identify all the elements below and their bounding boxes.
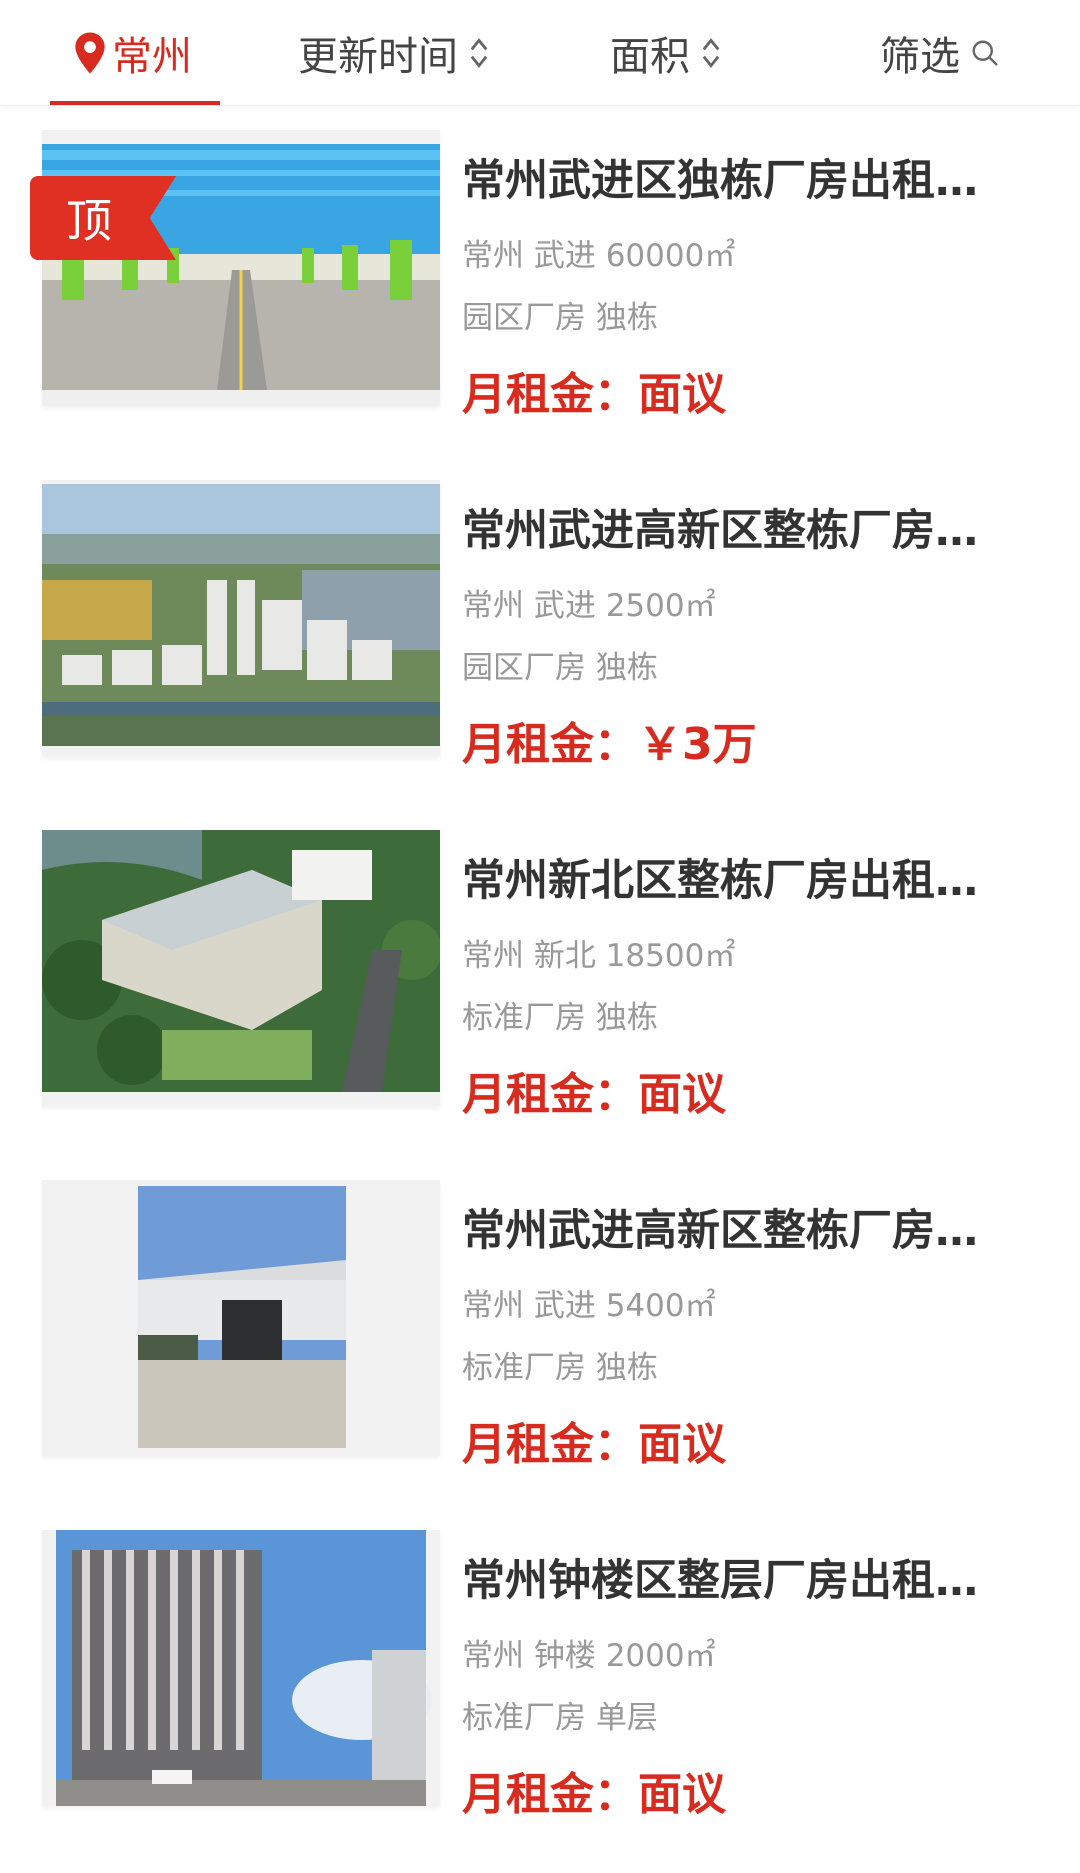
search-icon	[972, 40, 998, 66]
sort-arrows-icon	[470, 37, 488, 68]
listing-title[interactable]: 常州武进高新区整栋厂房…	[462, 496, 1022, 558]
listing-price: 月租金：面议	[462, 1069, 726, 1120]
listing-price: 月租金：面议	[462, 1419, 726, 1470]
listing-price: 月租金：面议	[462, 1769, 726, 1820]
listing-title[interactable]: 常州钟楼区整层厂房出租…	[462, 1546, 1022, 1608]
listing-photo-industrial-park[interactable]	[42, 480, 440, 756]
listing-location-area: 常州 武进 60000㎡	[462, 238, 736, 274]
listing-type: 园区厂房 独栋	[462, 300, 658, 336]
listing-card[interactable]: 常州武进高新区整栋厂房… 常州 武进 5400㎡ 标准厂房 独栋 月租金：面议	[0, 1156, 1080, 1506]
sort-area-label: 面积	[610, 33, 690, 80]
sort-by-update-time[interactable]: 更新时间	[298, 0, 490, 105]
listing-type: 标准厂房 独栋	[462, 1000, 658, 1036]
listing-photo-factory-aerial[interactable]	[42, 830, 440, 1106]
listing-type: 园区厂房 独栋	[462, 650, 658, 686]
listing-price: 月租金：面议	[462, 369, 726, 420]
sort-time-label: 更新时间	[298, 33, 458, 80]
listing-card[interactable]: 常州新北区整栋厂房出租… 常州 新北 18500㎡ 标准厂房 独栋 月租金：面议	[0, 806, 1080, 1156]
listing-card[interactable]: 常州钟楼区整层厂房出租… 常州 钟楼 2000㎡ 标准厂房 单层 月租金：面议	[0, 1506, 1080, 1856]
listing-title[interactable]: 常州武进高新区整栋厂房…	[462, 1196, 1022, 1258]
location-pin-icon	[75, 31, 105, 74]
listing-card[interactable]: 顶 常州武进区独栋厂房出租… 常州 武进 60000㎡ 园区厂房 独栋 月租金：…	[0, 106, 1080, 456]
listing-location-area: 常州 武进 5400㎡	[462, 1288, 716, 1324]
listing-title[interactable]: 常州武进区独栋厂房出租…	[462, 146, 1022, 208]
city-selector[interactable]: 常州	[50, 0, 220, 105]
filter-button[interactable]: 筛选	[880, 0, 1000, 105]
filter-bar: 常州 更新时间 面积 筛选	[0, 0, 1080, 106]
listing-location-area: 常州 武进 2500㎡	[462, 588, 716, 624]
listing-photo-factory-exterior[interactable]	[42, 1180, 440, 1456]
listing-type: 标准厂房 单层	[462, 1700, 658, 1736]
filter-label: 筛选	[880, 33, 960, 80]
sort-by-area[interactable]: 面积	[610, 0, 722, 105]
listing-title[interactable]: 常州新北区整栋厂房出租…	[462, 846, 1022, 908]
active-tab-indicator	[50, 101, 220, 105]
listing-location-area: 常州 新北 18500㎡	[462, 938, 736, 974]
listing-type: 标准厂房 独栋	[462, 1350, 658, 1386]
sort-arrows-icon	[702, 37, 720, 68]
listing-card[interactable]: 常州武进高新区整栋厂房… 常州 武进 2500㎡ 园区厂房 独栋 月租金：￥3万	[0, 456, 1080, 806]
listing-photo-warehouse-interior[interactable]	[42, 130, 440, 406]
listing-price: 月租金：￥3万	[462, 719, 757, 770]
listing-photo-office-tower[interactable]	[42, 1530, 440, 1806]
city-label: 常州	[112, 33, 192, 80]
listing-location-area: 常州 钟楼 2000㎡	[462, 1638, 716, 1674]
